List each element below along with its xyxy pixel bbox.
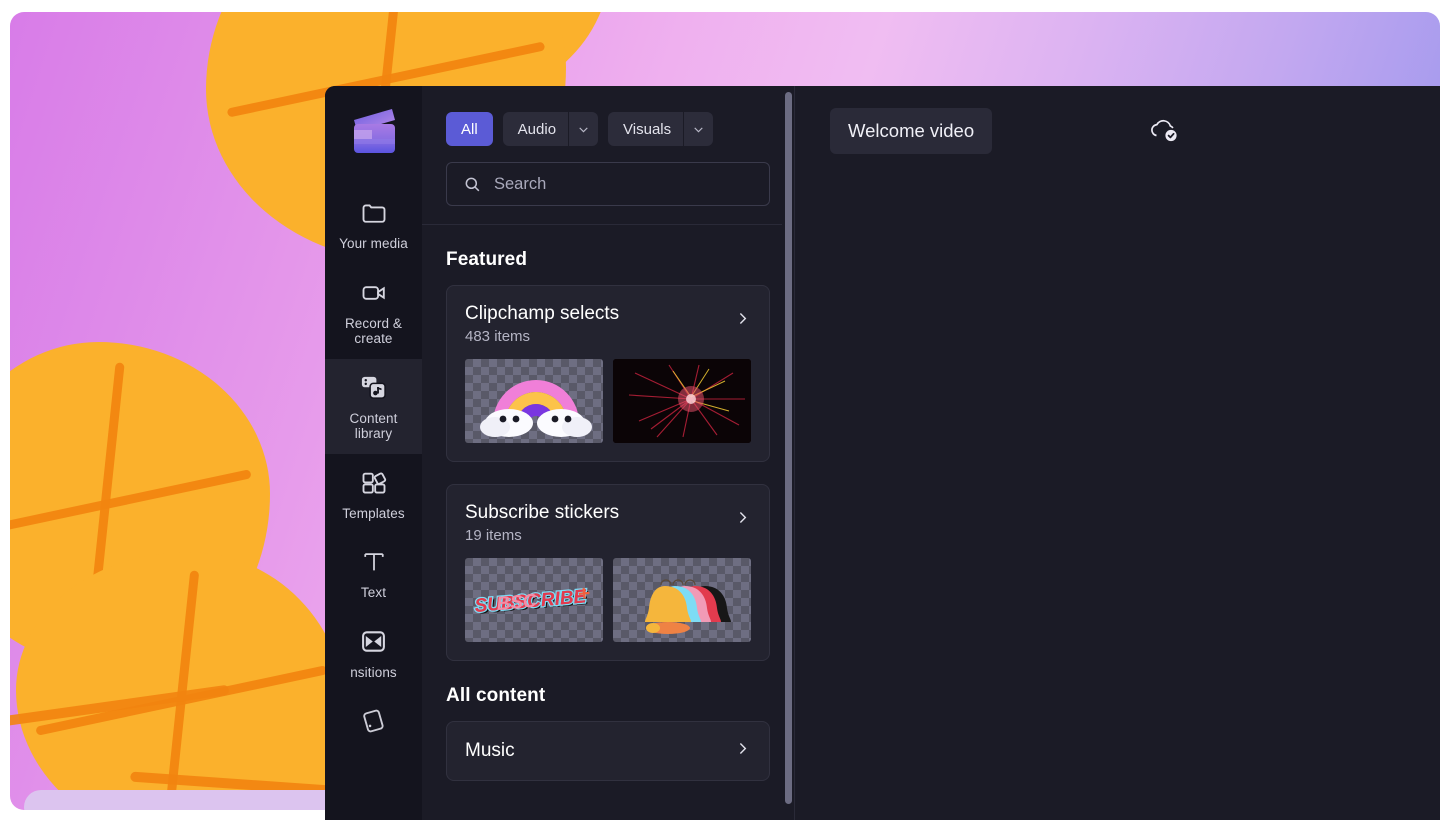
library-scroll-area: Featured Clipchamp selects 483 items Sub… bbox=[422, 224, 794, 820]
search-icon bbox=[463, 175, 482, 194]
collection-title: Clipchamp selects bbox=[465, 303, 620, 324]
filter-pill-group: All Audio Visuals bbox=[446, 112, 770, 146]
content-library-icon bbox=[359, 373, 389, 403]
clipchamp-logo-icon[interactable] bbox=[347, 104, 401, 158]
content-library-panel: All Audio Visuals Search Featured Clipch… bbox=[422, 86, 794, 820]
sidebar-item-record-create[interactable]: Record & create bbox=[325, 264, 422, 359]
search-input[interactable] bbox=[494, 174, 753, 194]
chevron-down-icon[interactable] bbox=[568, 112, 599, 146]
collection-text: Subscribe stickers 19 items bbox=[465, 501, 734, 544]
sidebar-item-content-library[interactable]: Content library bbox=[325, 358, 422, 454]
library-toolbar: All Audio Visuals bbox=[422, 86, 794, 224]
filter-visuals-group: Visuals bbox=[608, 112, 714, 146]
sidebar-item-transitions[interactable]: nsitions bbox=[325, 613, 422, 693]
sidebar-item-label: Templates bbox=[342, 505, 405, 521]
sidebar-item-label: nsitions bbox=[350, 664, 397, 680]
templates-grid-icon bbox=[359, 468, 389, 498]
collection-card-clipchamp-selects[interactable]: Clipchamp selects 483 items bbox=[446, 285, 770, 462]
brand-kit-icon bbox=[359, 706, 389, 736]
collection-title: Subscribe stickers bbox=[465, 502, 620, 523]
svg-text:BSC: BSC bbox=[496, 591, 538, 615]
transitions-icon bbox=[359, 627, 389, 657]
sidebar-item-label: Record & create bbox=[344, 315, 403, 347]
video-camera-icon bbox=[359, 278, 389, 308]
filter-visuals-button[interactable]: Visuals bbox=[608, 112, 684, 146]
filter-all-button[interactable]: All bbox=[446, 112, 493, 146]
editor-main-area: Welcome video bbox=[794, 86, 1440, 820]
collection-header: Clipchamp selects 483 items bbox=[465, 302, 751, 345]
thumbnail-subscribe-text-sticker[interactable]: SUBSCRIBE SUBSCRIBE SUBSCRIBE BSC + bbox=[465, 558, 603, 642]
sidebar-rail: Your media Record & create Content libra… bbox=[325, 86, 422, 820]
thumbnail-red-particle-burst-video[interactable] bbox=[613, 359, 751, 443]
collection-text: Clipchamp selects 483 items bbox=[465, 302, 734, 345]
chevron-right-icon[interactable] bbox=[734, 501, 751, 532]
featured-heading: Featured bbox=[446, 249, 528, 270]
sidebar-item-label: Your media bbox=[339, 236, 408, 251]
filter-audio-group: Audio bbox=[502, 112, 599, 146]
sidebar-item-label: Content library bbox=[349, 410, 398, 442]
sidebar-item-templates[interactable]: Templates bbox=[325, 454, 422, 534]
clipchamp-app-window: Your media Record & create Content libra… bbox=[325, 86, 1440, 820]
text-t-icon bbox=[359, 547, 389, 577]
chevron-right-icon[interactable] bbox=[734, 740, 751, 763]
sidebar-item-partial[interactable] bbox=[325, 692, 422, 748]
thumbnail-notification-bell-sticker[interactable] bbox=[613, 558, 751, 642]
collection-header: Subscribe stickers 19 items bbox=[465, 501, 751, 544]
collection-thumbnails: SUBSCRIBE SUBSCRIBE SUBSCRIBE BSC + bbox=[465, 558, 751, 642]
scrollbar-thumb[interactable] bbox=[785, 92, 792, 804]
filter-audio-button[interactable]: Audio bbox=[502, 112, 569, 146]
chevron-down-icon[interactable] bbox=[683, 112, 714, 146]
svg-text:+: + bbox=[577, 582, 591, 606]
collection-thumbnails bbox=[465, 359, 751, 443]
collection-count: 19 items bbox=[465, 527, 522, 544]
all-content-heading: All content bbox=[446, 685, 546, 706]
sidebar-item-text[interactable]: Text bbox=[325, 533, 422, 613]
folder-icon bbox=[359, 198, 389, 228]
cloud-saved-check-icon[interactable] bbox=[1147, 116, 1181, 146]
sidebar-item-label: Text bbox=[360, 585, 387, 600]
search-bar[interactable] bbox=[446, 162, 770, 206]
collection-card-subscribe-stickers[interactable]: Subscribe stickers 19 items SUBSCRIBE SU… bbox=[446, 484, 770, 661]
project-title-field[interactable]: Welcome video bbox=[830, 108, 993, 154]
collection-count: 483 items bbox=[465, 328, 531, 345]
sidebar-item-your-media[interactable]: Your media bbox=[325, 184, 422, 264]
thumbnail-rainbow-clouds-sticker[interactable] bbox=[465, 359, 603, 443]
row-title: Music bbox=[465, 740, 515, 761]
chevron-right-icon[interactable] bbox=[734, 302, 751, 333]
library-scrollbar[interactable] bbox=[782, 86, 794, 820]
all-content-row-music[interactable]: Music bbox=[446, 721, 770, 781]
